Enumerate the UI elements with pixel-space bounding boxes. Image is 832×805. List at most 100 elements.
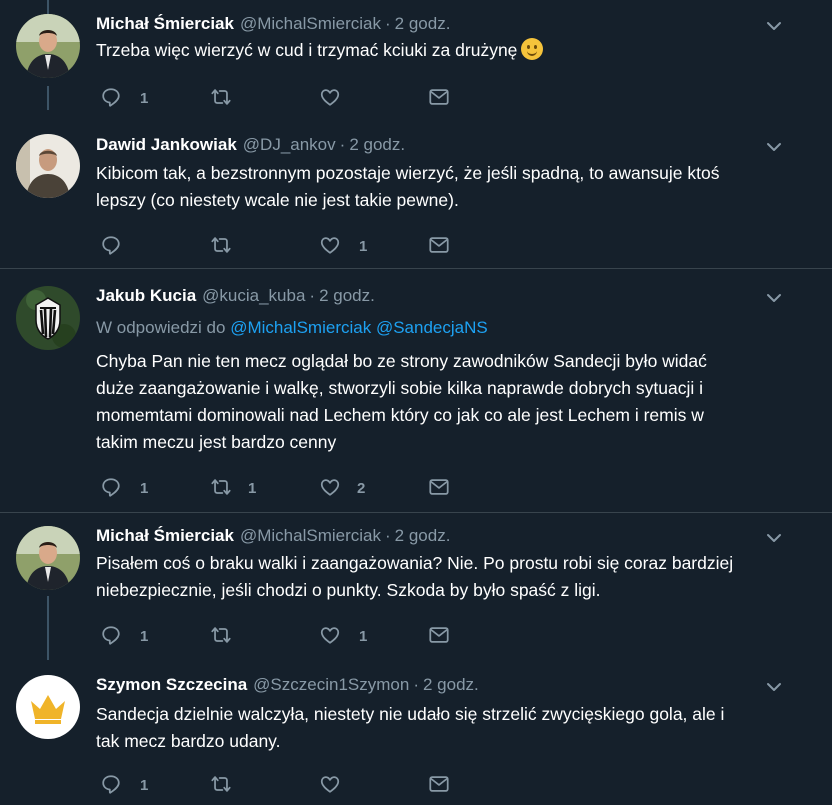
timestamp[interactable]: 2 godz. bbox=[395, 526, 451, 545]
tweet-actions: 1 1 2 bbox=[96, 476, 496, 500]
reply-button[interactable] bbox=[100, 234, 122, 258]
divider bbox=[0, 268, 832, 269]
separator-dot: · bbox=[384, 526, 391, 545]
reply-button[interactable]: 1 bbox=[100, 476, 148, 500]
separator-dot: · bbox=[339, 135, 346, 154]
display-name[interactable]: Jakub Kucia bbox=[96, 286, 196, 305]
reply-count: 1 bbox=[140, 480, 149, 497]
retweet-button[interactable] bbox=[210, 624, 232, 648]
timestamp[interactable]: 2 godz. bbox=[423, 675, 479, 694]
tweet-actions: 1 bbox=[96, 234, 496, 258]
direct-message-button[interactable] bbox=[428, 773, 450, 797]
envelope-icon bbox=[428, 234, 450, 256]
like-button[interactable] bbox=[319, 773, 341, 797]
tweet-header: Szymon Szczecina @Szczecin1Szymon · 2 godz. bbox=[96, 673, 479, 697]
reply-button[interactable]: 1 bbox=[100, 773, 148, 797]
display-name[interactable]: Michał Śmierciak bbox=[96, 14, 234, 33]
timestamp[interactable]: 2 godz. bbox=[319, 286, 375, 305]
reply-icon bbox=[100, 476, 122, 498]
separator-dot: · bbox=[413, 675, 419, 694]
envelope-icon bbox=[428, 624, 450, 646]
mention-link[interactable]: @SandecjaNS bbox=[376, 318, 488, 337]
avatar[interactable] bbox=[16, 675, 80, 739]
chevron-down-icon[interactable] bbox=[764, 528, 784, 548]
user-handle[interactable]: @Szczecin1Szymon bbox=[253, 675, 409, 694]
envelope-icon bbox=[428, 476, 450, 498]
heart-icon bbox=[319, 234, 341, 256]
reply-icon bbox=[100, 624, 122, 646]
separator-dot: · bbox=[309, 286, 316, 305]
like-count: 2 bbox=[357, 480, 366, 497]
reply-count: 1 bbox=[140, 777, 149, 794]
like-count: 1 bbox=[359, 238, 368, 255]
tweet-header: Michał Śmierciak @MichalSmierciak · 2 godz. bbox=[96, 12, 450, 36]
direct-message-button[interactable] bbox=[428, 476, 450, 500]
tweet-header: Jakub Kucia @kucia_kuba · 2 godz. bbox=[96, 284, 375, 308]
like-button[interactable]: 1 bbox=[319, 624, 367, 648]
tweet-actions: 1 bbox=[96, 773, 496, 797]
tweet-header: Dawid Jankowiak @DJ_ankov · 2 godz. bbox=[96, 133, 405, 157]
heart-icon bbox=[319, 624, 341, 646]
avatar[interactable] bbox=[16, 14, 80, 78]
like-button[interactable]: 1 bbox=[319, 234, 367, 258]
envelope-icon bbox=[428, 773, 450, 795]
display-name[interactable]: Szymon Szczecina bbox=[96, 675, 247, 694]
chevron-down-icon[interactable] bbox=[764, 288, 784, 308]
thread-line bbox=[47, 86, 49, 110]
reply-icon bbox=[100, 773, 122, 795]
retweet-icon bbox=[210, 773, 232, 795]
timestamp[interactable]: 2 godz. bbox=[395, 14, 451, 33]
chevron-down-icon[interactable] bbox=[764, 16, 784, 36]
avatar[interactable] bbox=[16, 134, 80, 198]
reply-button[interactable]: 1 bbox=[100, 624, 148, 648]
direct-message-button[interactable] bbox=[428, 624, 450, 648]
retweet-icon bbox=[210, 86, 232, 108]
avatar[interactable] bbox=[16, 286, 80, 350]
thread-line bbox=[47, 596, 49, 660]
user-handle[interactable]: @MichalSmierciak bbox=[240, 14, 381, 33]
heart-icon bbox=[319, 476, 341, 498]
retweet-button[interactable] bbox=[210, 234, 232, 258]
avatar[interactable] bbox=[16, 526, 80, 590]
reply-context: W odpowiedzi do @MichalSmierciak @Sandec… bbox=[96, 318, 488, 337]
display-name[interactable]: Michał Śmierciak bbox=[96, 526, 234, 545]
envelope-icon bbox=[428, 86, 450, 108]
user-handle[interactable]: @MichalSmierciak bbox=[240, 526, 381, 545]
retweet-button[interactable] bbox=[210, 773, 232, 797]
direct-message-button[interactable] bbox=[428, 234, 450, 258]
timestamp[interactable]: 2 godz. bbox=[349, 135, 405, 154]
retweet-count: 1 bbox=[248, 480, 257, 497]
tweet-text: Kibicom tak, a bezstronnym pozostaje wie… bbox=[96, 163, 720, 210]
display-name[interactable]: Dawid Jankowiak bbox=[96, 135, 237, 154]
chevron-down-icon[interactable] bbox=[764, 137, 784, 157]
tweet-actions: 1 bbox=[96, 86, 496, 110]
tweet-actions: 1 1 bbox=[96, 624, 496, 648]
tweet-header: Michał Śmierciak @MichalSmierciak · 2 godz. bbox=[96, 524, 450, 548]
retweet-button[interactable] bbox=[210, 86, 232, 110]
direct-message-button[interactable] bbox=[428, 86, 450, 110]
thread-line bbox=[47, 0, 49, 14]
reply-icon bbox=[100, 86, 122, 108]
tweet-text: Chyba Pan nie ten mecz oglądał bo ze str… bbox=[96, 351, 707, 452]
reply-button[interactable]: 1 bbox=[100, 86, 148, 110]
separator-dot: · bbox=[384, 14, 391, 33]
retweet-icon bbox=[210, 234, 232, 256]
mention-link[interactable]: @MichalSmierciak bbox=[230, 318, 371, 337]
heart-icon bbox=[319, 773, 341, 795]
user-handle[interactable]: @DJ_ankov bbox=[243, 135, 336, 154]
tweet-text: Sandecja dzielnie walczyła, niestety nie… bbox=[96, 704, 725, 751]
like-count: 1 bbox=[359, 628, 368, 645]
tweet-text: Pisałem coś o braku walki i zaangażowani… bbox=[96, 553, 734, 600]
reply-count: 1 bbox=[140, 628, 149, 645]
user-handle[interactable]: @kucia_kuba bbox=[202, 286, 305, 305]
divider bbox=[0, 512, 832, 513]
like-button[interactable] bbox=[319, 86, 341, 110]
like-button[interactable]: 2 bbox=[319, 476, 365, 500]
heart-icon bbox=[319, 86, 341, 108]
chevron-down-icon[interactable] bbox=[764, 677, 784, 697]
retweet-icon bbox=[210, 476, 232, 498]
retweet-button[interactable]: 1 bbox=[210, 476, 256, 500]
reply-count: 1 bbox=[140, 90, 149, 107]
retweet-icon bbox=[210, 624, 232, 646]
slightly-smiling-face-icon bbox=[521, 38, 544, 60]
